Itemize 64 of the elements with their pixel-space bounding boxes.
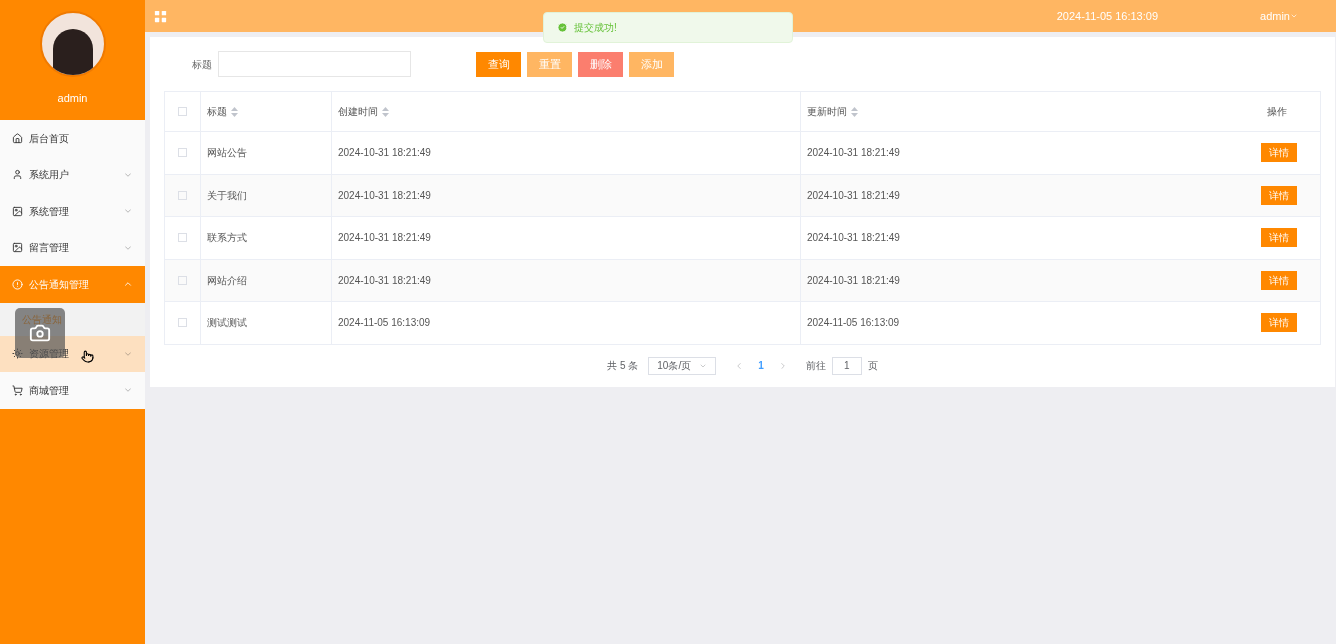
table-cell: 网站公告 (207, 147, 247, 159)
caret-icon (1290, 12, 1298, 20)
check-icon (557, 22, 568, 33)
page-size-select[interactable]: 10条/页 (648, 356, 717, 375)
details-button[interactable]: 详情 (1260, 228, 1297, 248)
table-cell: 2024-10-31 18:21:49 (338, 232, 431, 244)
select-all-checkbox[interactable] (178, 107, 187, 116)
table-cell: 测试测试 (207, 317, 247, 329)
toolbar-button[interactable]: 查询 (476, 51, 521, 77)
row-checkbox[interactable] (178, 190, 187, 200)
cart-icon (12, 384, 23, 396)
sort-icon[interactable] (382, 106, 389, 117)
toolbar-button[interactable]: 删除 (578, 51, 623, 77)
toast-message: 提交成功! (574, 21, 617, 35)
sidebar-item[interactable]: 留言管理 (0, 229, 145, 266)
toolbar-button[interactable]: 重置 (527, 51, 572, 77)
details-button[interactable]: 详情 (1260, 270, 1297, 290)
column-header: 标题 (207, 104, 238, 119)
title-input-field[interactable] (218, 51, 411, 77)
table-cell: 2024-10-31 18:21:49 (338, 147, 431, 159)
sidebar-item[interactable]: 系统管理 (0, 193, 145, 230)
table-cell: 2024-11-05 16:13:09 (807, 317, 900, 329)
details-button[interactable]: 详情 (1260, 185, 1297, 205)
table-cell: 联系方式 (207, 232, 247, 244)
sidebar-item[interactable]: 商城管理 (0, 372, 145, 409)
sidebar-item[interactable]: 后台首页 (0, 120, 145, 157)
image-icon (12, 205, 23, 217)
table-cell: 2024-10-31 18:21:49 (807, 147, 900, 159)
sort-icon[interactable] (851, 106, 858, 117)
header-datetime: 2024-11-05 16:13:09 (1056, 8, 1159, 24)
row-checkbox[interactable] (178, 148, 187, 158)
menu-grid-icon[interactable] (153, 8, 168, 24)
total-count: 共 5 条 (607, 359, 639, 373)
search-label: 标题 (192, 57, 212, 72)
table-cell: 2024-10-31 18:21:49 (807, 189, 900, 201)
goto-label: 前往 (805, 359, 826, 373)
image-icon (12, 242, 23, 254)
user-icon (12, 169, 23, 181)
row-checkbox[interactable] (178, 318, 187, 328)
column-header: 更新时间 (807, 104, 858, 119)
row-checkbox[interactable] (178, 233, 187, 243)
table-cell: 2024-11-05 16:13:09 (338, 317, 431, 329)
table-cell: 关于我们 (207, 189, 247, 201)
sort-icon[interactable] (231, 106, 238, 117)
page-number[interactable]: 1 (750, 358, 772, 373)
table-cell: 2024-10-31 18:21:49 (338, 189, 431, 201)
toolbar-button[interactable]: 添加 (629, 51, 674, 77)
home-icon (12, 132, 23, 144)
row-checkbox[interactable] (178, 275, 187, 285)
goto-page-field[interactable]: 1 (831, 356, 862, 375)
details-button[interactable]: 详情 (1260, 313, 1297, 333)
column-header: 操作 (1266, 105, 1287, 119)
table-cell: 2024-10-31 18:21:49 (807, 274, 900, 286)
info-icon (12, 278, 23, 290)
table-cell: 2024-10-31 18:21:49 (338, 274, 431, 286)
column-header: 创建时间 (338, 104, 389, 119)
sidebar-item[interactable]: 系统用户 (0, 156, 145, 193)
sidebar-username: admin (57, 91, 88, 106)
details-button[interactable]: 详情 (1260, 143, 1297, 163)
table-cell: 网站介绍 (207, 274, 247, 286)
table-cell: 2024-10-31 18:21:49 (807, 232, 900, 244)
hand-cursor-icon (81, 350, 94, 363)
goto-suffix: 页 (867, 359, 878, 373)
user-menu[interactable]: admin (1260, 7, 1298, 25)
